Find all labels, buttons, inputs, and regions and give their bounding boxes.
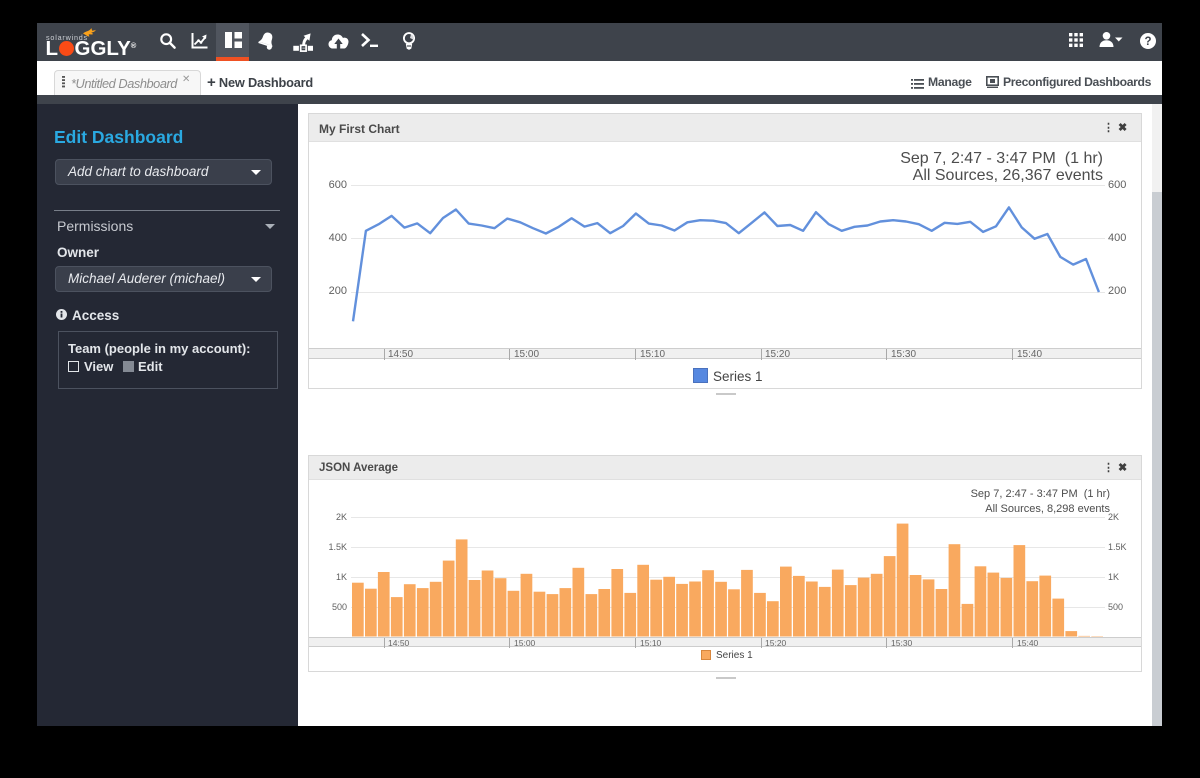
svg-text:?: ? (1144, 36, 1151, 48)
